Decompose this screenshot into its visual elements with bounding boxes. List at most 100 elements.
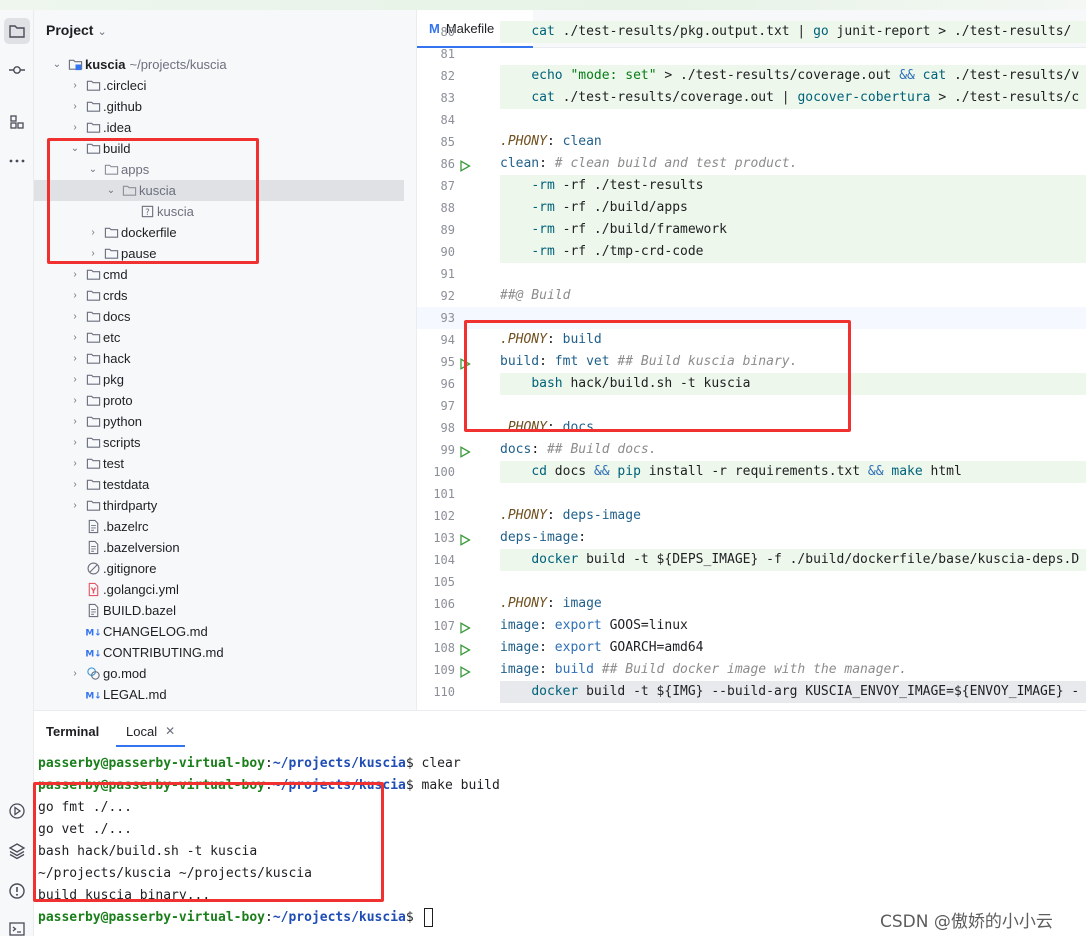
tree-item[interactable]: BUILD.bazel	[34, 600, 404, 621]
code-line[interactable]: 109 image: build ## Build docker image wi…	[417, 659, 1086, 681]
tree-item[interactable]: ⌄ apps	[34, 159, 404, 180]
code-line[interactable]: 103 deps-image:	[417, 527, 1086, 549]
services-tool-button[interactable]	[4, 798, 30, 824]
tree-item[interactable]: M↓ CONTRIBUTING.md	[34, 642, 404, 663]
tree-item[interactable]: › proto	[34, 390, 404, 411]
chevron-right-icon[interactable]: ›	[68, 500, 82, 511]
code-line[interactable]: 86 clean: # clean build and test product.	[417, 153, 1086, 175]
tree-item[interactable]: › docs	[34, 306, 404, 327]
tree-item[interactable]: › scripts	[34, 432, 404, 453]
code-line[interactable]: 83 cat ./test-results/coverage.out | goc…	[417, 87, 1086, 109]
chevron-down-icon[interactable]: ⌄	[50, 59, 64, 70]
chevron-right-icon[interactable]: ›	[86, 227, 100, 238]
code-line[interactable]: 85 .PHONY: clean	[417, 131, 1086, 153]
tree-item[interactable]: › go.mod	[34, 663, 404, 684]
chevron-right-icon[interactable]: ›	[68, 416, 82, 427]
tree-item[interactable]: M↓ CHANGELOG.md	[34, 621, 404, 642]
chevron-right-icon[interactable]: ›	[68, 458, 82, 469]
code-line[interactable]: 93	[417, 307, 1086, 329]
run-target-icon[interactable]	[459, 532, 473, 546]
chevron-right-icon[interactable]: ›	[68, 395, 82, 406]
tree-item[interactable]: .bazelversion	[34, 537, 404, 558]
code-line[interactable]: 106 .PHONY: image	[417, 593, 1086, 615]
code-area[interactable]: 80 cat ./test-results/pkg.output.txt | g…	[417, 21, 1086, 710]
code-line[interactable]: 90 -rm -rf ./tmp-crd-code	[417, 241, 1086, 263]
chevron-right-icon[interactable]: ›	[68, 290, 82, 301]
code-line[interactable]: 89 -rm -rf ./build/framework	[417, 219, 1086, 241]
tree-item[interactable]: › hack	[34, 348, 404, 369]
tree-item[interactable]: › .github	[34, 96, 404, 117]
code-line[interactable]: 104 docker build -t ${DEPS_IMAGE} -f ./b…	[417, 549, 1086, 571]
tree-item[interactable]: .gitignore	[34, 558, 404, 579]
chevron-down-icon[interactable]: ⌄	[104, 185, 118, 196]
chevron-right-icon[interactable]: ›	[68, 101, 82, 112]
run-target-icon[interactable]	[459, 158, 473, 172]
tree-item[interactable]: › testdata	[34, 474, 404, 495]
tree-item[interactable]: › crds	[34, 285, 404, 306]
tree-item[interactable]: › python	[34, 411, 404, 432]
tree-item[interactable]: Y .golangci.yml	[34, 579, 404, 600]
tree-item[interactable]: › cmd	[34, 264, 404, 285]
commit-tool-button[interactable]	[4, 57, 30, 83]
code-line[interactable]: 88 -rm -rf ./build/apps	[417, 197, 1086, 219]
chevron-right-icon[interactable]: ›	[68, 479, 82, 490]
code-line[interactable]: 80 cat ./test-results/pkg.output.txt | g…	[417, 21, 1086, 43]
chevron-right-icon[interactable]: ›	[68, 353, 82, 364]
chevron-down-icon[interactable]: ⌄	[68, 143, 82, 154]
chevron-right-icon[interactable]: ›	[86, 248, 100, 259]
terminal-tool-button[interactable]	[4, 916, 30, 936]
code-line[interactable]: 94 .PHONY: build	[417, 329, 1086, 351]
run-target-icon[interactable]	[459, 356, 473, 370]
tree-item[interactable]: › dockerfile	[34, 222, 404, 243]
tree-item[interactable]: ⌄ build	[34, 138, 404, 159]
chevron-right-icon[interactable]: ›	[68, 80, 82, 91]
structure-tool-button[interactable]	[4, 109, 30, 135]
code-line[interactable]: 95 build: fmt vet ## Build kuscia binary.	[417, 351, 1086, 373]
chevron-right-icon[interactable]: ›	[68, 668, 82, 679]
code-line[interactable]: 91	[417, 263, 1086, 285]
project-tool-button[interactable]	[4, 18, 30, 44]
tree-item[interactable]: ⌄ kuscia	[34, 180, 404, 201]
tree-item[interactable]: › .circleci	[34, 75, 404, 96]
chevron-right-icon[interactable]: ›	[68, 437, 82, 448]
close-icon[interactable]: ✕	[165, 724, 175, 738]
chevron-right-icon[interactable]: ›	[68, 332, 82, 343]
tree-item[interactable]: ⌄ kuscia ~/projects/kuscia	[34, 54, 404, 75]
project-panel-title[interactable]: Project ⌄	[46, 22, 107, 38]
chevron-down-icon[interactable]: ⌄	[86, 164, 100, 175]
tree-item[interactable]: › pkg	[34, 369, 404, 390]
chevron-right-icon[interactable]: ›	[68, 374, 82, 385]
code-line[interactable]: 84	[417, 109, 1086, 131]
chevron-right-icon[interactable]: ›	[68, 311, 82, 322]
more-tools-button[interactable]	[4, 148, 30, 174]
tree-item[interactable]: › .idea	[34, 117, 404, 138]
tree-item[interactable]: .bazelrc	[34, 516, 404, 537]
code-line[interactable]: 102 .PHONY: deps-image	[417, 505, 1086, 527]
run-target-icon[interactable]	[459, 444, 473, 458]
code-line[interactable]: 99 docs: ## Build docs.	[417, 439, 1086, 461]
layers-tool-button[interactable]	[4, 838, 30, 864]
tree-item[interactable]: › test	[34, 453, 404, 474]
run-target-icon[interactable]	[459, 620, 473, 634]
chevron-right-icon[interactable]: ›	[68, 269, 82, 280]
chevron-right-icon[interactable]: ›	[68, 122, 82, 133]
run-target-icon[interactable]	[459, 664, 473, 678]
code-line[interactable]: 101	[417, 483, 1086, 505]
tree-item[interactable]: M↓ LEGAL.md	[34, 684, 404, 705]
tree-item[interactable]: › pause	[34, 243, 404, 264]
code-line[interactable]: 92 ##@ Build	[417, 285, 1086, 307]
code-line[interactable]: 110 docker build -t ${IMG} --build-arg K…	[417, 681, 1086, 703]
code-line[interactable]: 98 .PHONY: docs	[417, 417, 1086, 439]
tree-item[interactable]: › thirdparty	[34, 495, 404, 516]
code-line[interactable]: 108 image: export GOARCH=amd64	[417, 637, 1086, 659]
terminal-tab-local[interactable]: Local ✕	[116, 717, 186, 747]
code-line[interactable]: 107 image: export GOOS=linux	[417, 615, 1086, 637]
code-line[interactable]: 97	[417, 395, 1086, 417]
code-line[interactable]: 87 -rm -rf ./test-results	[417, 175, 1086, 197]
code-line[interactable]: 82 echo "mode: set" > ./test-results/cov…	[417, 65, 1086, 87]
code-line[interactable]: 96 bash hack/build.sh -t kuscia	[417, 373, 1086, 395]
problems-tool-button[interactable]	[4, 878, 30, 904]
tree-item[interactable]: ? kuscia	[34, 201, 404, 222]
code-line[interactable]: 105	[417, 571, 1086, 593]
code-line[interactable]: 100 cd docs && pip install -r requiremen…	[417, 461, 1086, 483]
